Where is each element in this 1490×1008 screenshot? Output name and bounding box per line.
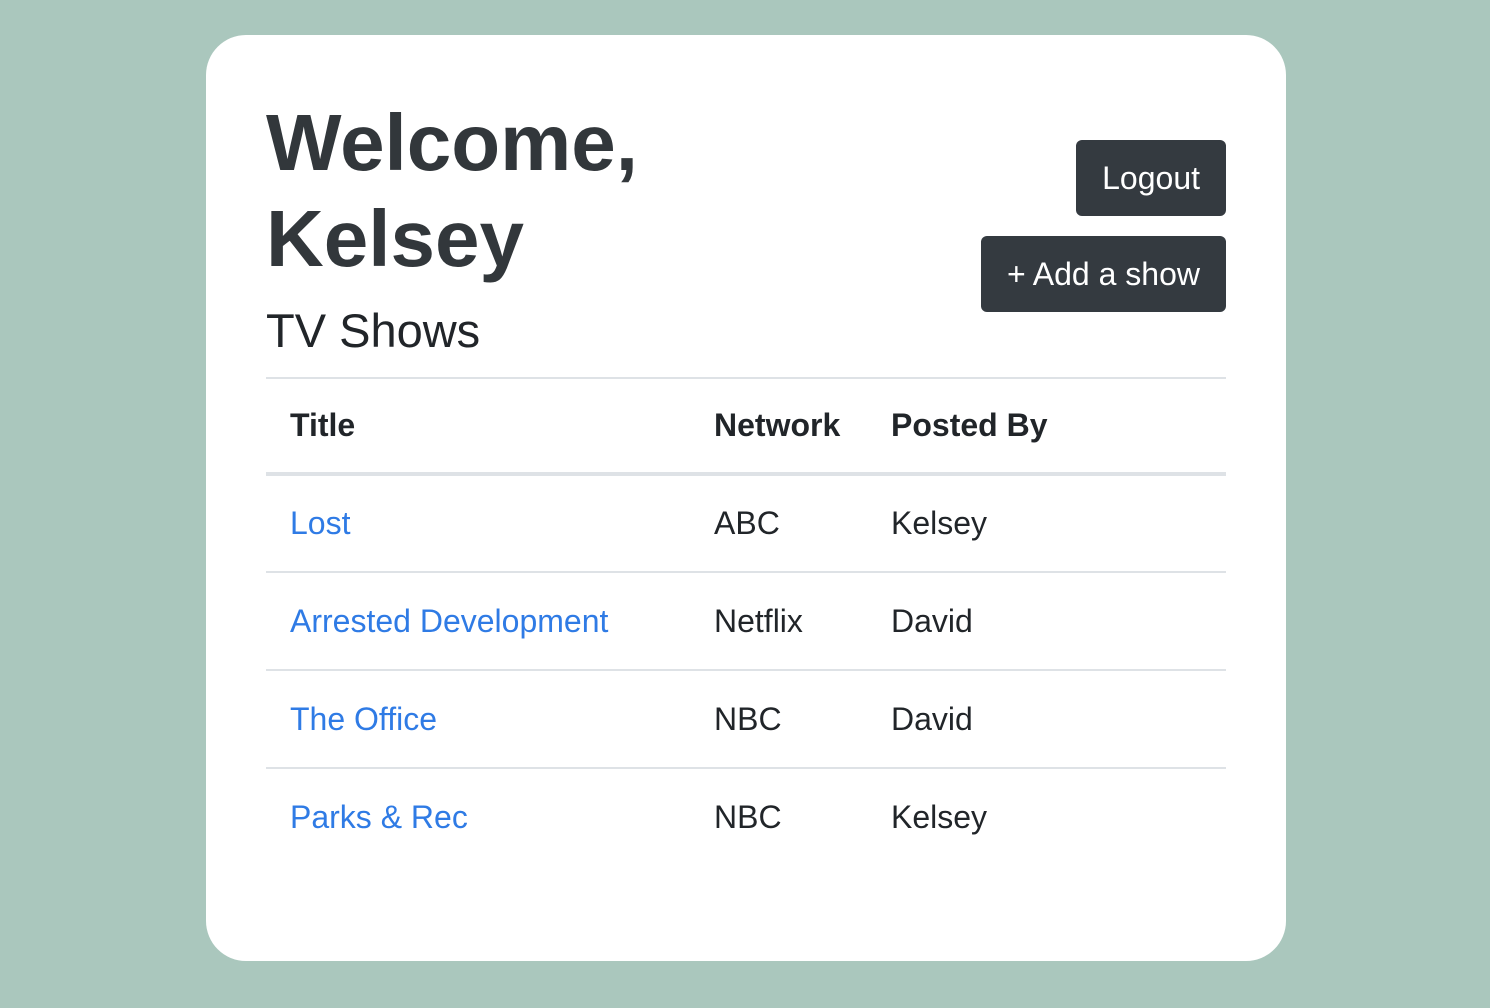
table-row: Lost ABC Kelsey	[266, 474, 1226, 572]
user-name: Kelsey	[266, 194, 524, 283]
logout-button[interactable]: Logout	[1076, 140, 1226, 216]
cell-posted-by: Kelsey	[867, 767, 1226, 866]
cell-network: NBC	[690, 669, 867, 768]
show-title-link[interactable]: Lost	[290, 505, 350, 541]
table-row: The Office NBC David	[266, 669, 1226, 768]
show-title-link[interactable]: Parks & Rec	[290, 799, 468, 835]
cell-title: The Office	[266, 669, 690, 768]
welcome-text: Welcome,	[266, 98, 638, 187]
show-title-link[interactable]: Arrested Development	[290, 603, 608, 639]
table-header: Title Network Posted By	[266, 377, 1226, 476]
show-title-link[interactable]: The Office	[290, 701, 437, 737]
cell-posted-by: David	[867, 669, 1226, 768]
table-body: Lost ABC Kelsey Arrested Development Net…	[266, 474, 1226, 866]
column-header-network: Network	[690, 377, 867, 476]
shows-table: Title Network Posted By Lost ABC Kelsey …	[266, 377, 1226, 866]
table-row: Parks & Rec NBC Kelsey	[266, 767, 1226, 866]
cell-posted-by: Kelsey	[891, 505, 988, 541]
column-header-posted-by: Posted By	[867, 377, 1226, 476]
dashboard-card: Welcome, Kelsey TV Shows Logout + Add a …	[206, 35, 1286, 961]
cell-title: Arrested Development	[266, 571, 690, 670]
cell-network: Netflix	[690, 571, 867, 670]
cell-network: NBC	[690, 767, 867, 866]
table-header-row: Title Network Posted By	[266, 377, 1226, 476]
cell-title: Parks & Rec	[266, 767, 690, 866]
cell-title: Lost	[266, 474, 690, 572]
cell-network: ABC	[714, 505, 780, 541]
add-show-button[interactable]: + Add a show	[980, 236, 1226, 312]
cell-posted-by: David	[867, 571, 1226, 670]
table-row: Arrested Development Netflix David	[266, 571, 1226, 670]
welcome-heading: Welcome, Kelsey	[266, 95, 906, 287]
page-subtitle: TV Shows	[266, 304, 481, 357]
column-header-title: Title	[266, 377, 690, 476]
